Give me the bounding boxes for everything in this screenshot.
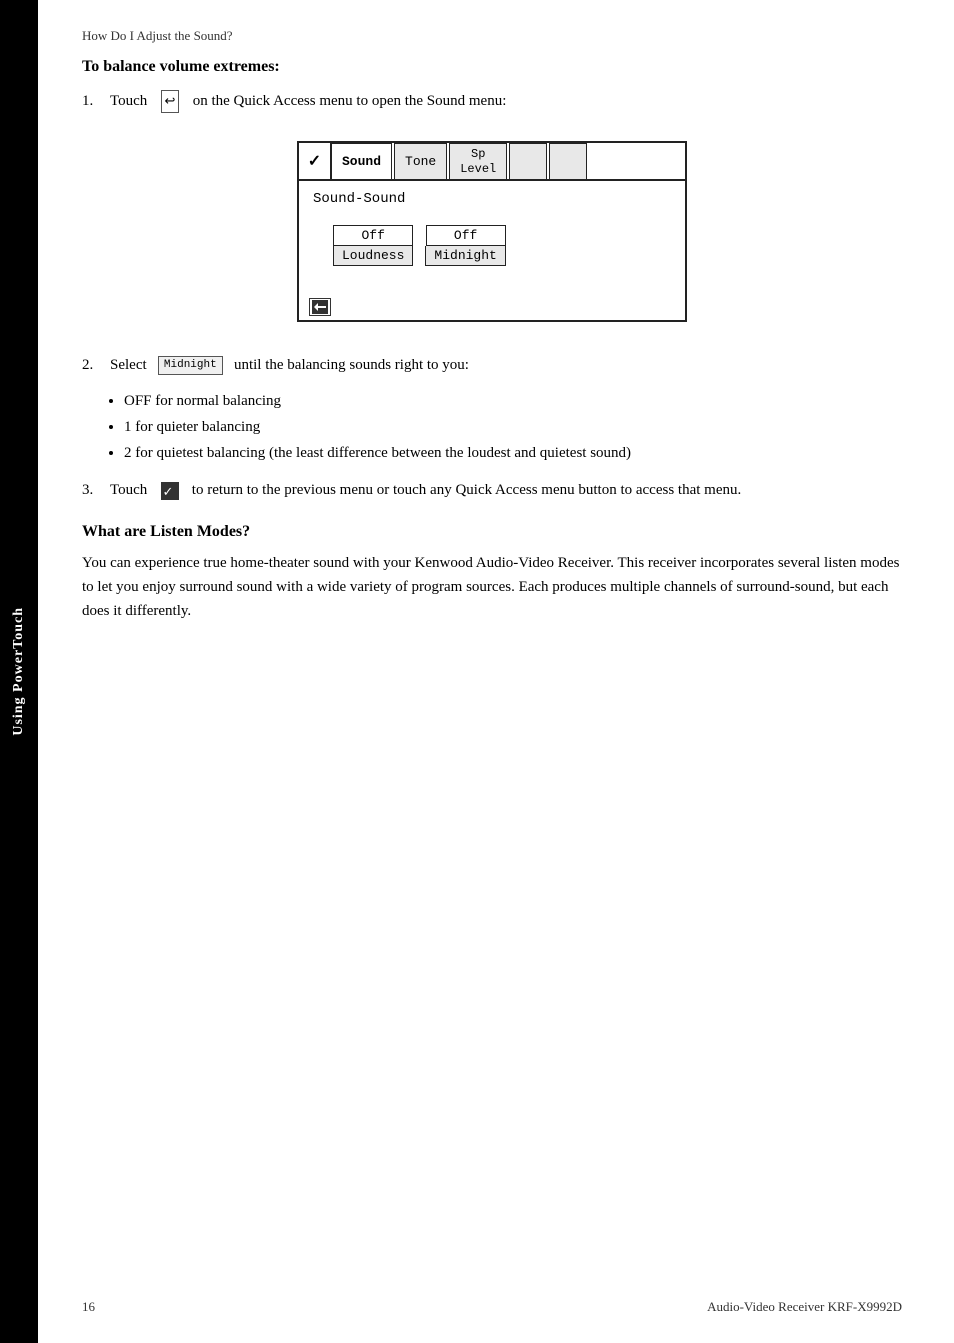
bullet-list: OFF for normal balancing 1 for quieter b… [124, 389, 902, 465]
sound-menu-icon: ↩ [161, 90, 180, 112]
main-content: How Do I Adjust the Sound? To balance vo… [38, 0, 954, 1343]
midnight-value[interactable]: Off [426, 225, 506, 246]
step-2-suffix: until the balancing sounds right to you: [226, 357, 468, 373]
midnight-badge: Midnight [158, 356, 223, 375]
page-number: 16 [82, 1299, 95, 1315]
step-2-content: Select Midnight until the balancing soun… [110, 354, 902, 377]
step-3-suffix: to return to the previous menu or touch … [184, 482, 741, 498]
tab-tone[interactable]: Tone [394, 143, 447, 179]
tab-empty-1 [509, 143, 547, 179]
page-footer: 16 Audio-Video Receiver KRF-X9992D [82, 1299, 902, 1315]
step-3-prefix: Touch [110, 482, 155, 498]
steps-list-3: 3. Touch to return to the previous menu … [82, 479, 902, 502]
ui-tabs: ✓ Sound Tone SpLevel [299, 143, 685, 181]
tab-sound[interactable]: Sound [331, 143, 392, 179]
checkmark-icon [161, 482, 179, 500]
ui-body: Sound-Sound Off Loudness Off Midnight [299, 181, 685, 290]
step-1: 1. Touch ↩ on the Quick Access menu to o… [82, 90, 902, 113]
ui-controls: Off Loudness Off Midnight [333, 225, 671, 266]
step-2-number: 2. [82, 354, 110, 377]
step-1-prefix: Touch [110, 93, 155, 109]
screen-title: Sound-Sound [313, 191, 671, 207]
loudness-value[interactable]: Off [333, 225, 413, 246]
product-name: Audio-Video Receiver KRF-X9992D [707, 1299, 902, 1315]
section2-body: You can experience true home-theater sou… [82, 551, 902, 623]
steps-list-2: 2. Select Midnight until the balancing s… [82, 354, 902, 377]
section2-heading: What are Listen Modes? [82, 523, 902, 541]
back-button-icon[interactable] [309, 298, 331, 316]
steps-list: 1. Touch ↩ on the Quick Access menu to o… [82, 90, 902, 113]
bullet-1: OFF for normal balancing [124, 389, 902, 413]
section1-heading: To balance volume extremes: [82, 58, 902, 76]
loudness-control: Off Loudness [333, 225, 413, 266]
midnight-label: Midnight [425, 246, 505, 266]
step-1-suffix: on the Quick Access menu to open the Sou… [185, 93, 506, 109]
step-1-number: 1. [82, 90, 110, 113]
loudness-label: Loudness [333, 246, 413, 266]
ui-screenshot: ✓ Sound Tone SpLevel Sound-Sound Off Lou… [297, 141, 687, 322]
ui-footer [299, 290, 685, 320]
step-3-content: Touch to return to the previous menu or … [110, 479, 902, 502]
step-3-number: 3. [82, 479, 110, 502]
tab-sp-level[interactable]: SpLevel [449, 143, 507, 179]
sidebar-label: Using PowerTouch [11, 607, 27, 736]
midnight-control: Off Midnight [425, 225, 505, 266]
step-2: 2. Select Midnight until the balancing s… [82, 354, 902, 377]
bullet-3: 2 for quietest balancing (the least diff… [124, 441, 902, 465]
step-2-prefix: Select [110, 357, 154, 373]
checkmark-tab: ✓ [299, 143, 331, 179]
step-3: 3. Touch to return to the previous menu … [82, 479, 902, 502]
tab-empty-2 [549, 143, 587, 179]
step-1-content: Touch ↩ on the Quick Access menu to open… [110, 90, 902, 113]
bullet-2: 1 for quieter balancing [124, 415, 902, 439]
breadcrumb: How Do I Adjust the Sound? [82, 28, 902, 44]
sidebar-tab: Using PowerTouch [0, 0, 38, 1343]
